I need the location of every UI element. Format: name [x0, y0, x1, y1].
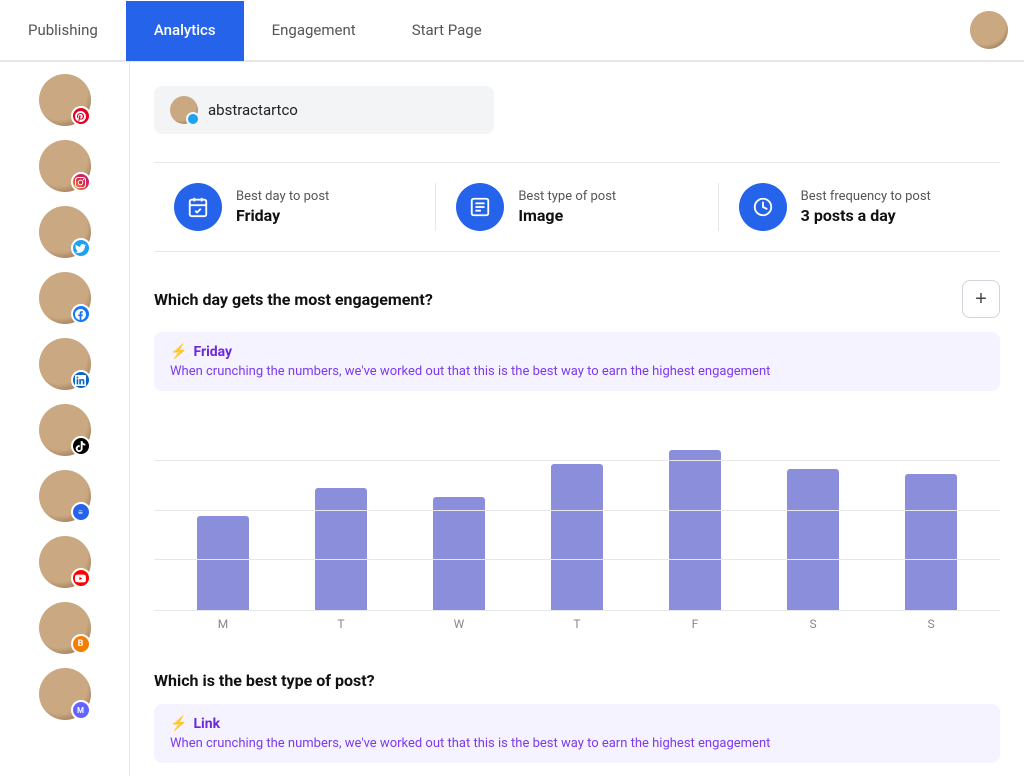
link-insight-title: ⚡ Link: [170, 716, 984, 732]
content-area: abstractartco Best day to post Friday Be…: [130, 62, 1024, 776]
friday-insight-desc: When crunching the numbers, we've worked…: [170, 364, 984, 379]
bar-group-s: [872, 411, 990, 610]
stat-best-type-label: Best type of post: [518, 189, 616, 204]
bar-group-t: [282, 411, 400, 610]
stat-best-day-label: Best day to post: [236, 189, 329, 204]
friday-insight-banner: ⚡ Friday When crunching the numbers, we'…: [154, 332, 1000, 391]
stat-best-day-icon: [174, 183, 222, 231]
link-insight-desc: When crunching the numbers, we've worked…: [170, 736, 984, 751]
bar-w: [433, 497, 485, 610]
bar-s: [787, 469, 839, 610]
bar-t: [551, 464, 603, 610]
tab-analytics[interactable]: Analytics: [126, 1, 244, 61]
stat-best-type-value: Image: [518, 206, 616, 225]
stat-best-type: Best type of post Image: [436, 183, 718, 231]
top-nav: Publishing Analytics Engagement Start Pa…: [0, 0, 1024, 62]
sidebar-account-twitter[interactable]: [39, 202, 91, 262]
stat-best-freq-label: Best frequency to post: [801, 189, 931, 204]
lightning-icon-2: ⚡: [170, 716, 187, 732]
sidebar: ≡ B M: [0, 62, 130, 776]
bar-group-s: [754, 411, 872, 610]
bar-m: [197, 516, 249, 610]
stat-best-day-text: Best day to post Friday: [236, 189, 329, 225]
sidebar-account-blogger[interactable]: B: [39, 598, 91, 658]
sidebar-account-instagram[interactable]: [39, 136, 91, 196]
bar-group-t: [518, 411, 636, 610]
bar-group-m: [164, 411, 282, 610]
bar-label-t: T: [518, 611, 636, 631]
bar-group-w: [400, 411, 518, 610]
bar-label-s: S: [754, 611, 872, 631]
add-button[interactable]: +: [962, 280, 1000, 318]
link-insight-banner: ⚡ Link When crunching the numbers, we've…: [154, 704, 1000, 763]
stat-best-freq-icon: [739, 183, 787, 231]
stats-row: Best day to post Friday Best type of pos…: [154, 162, 1000, 252]
bar-s: [905, 474, 957, 610]
sidebar-account-buffer[interactable]: ≡: [39, 466, 91, 526]
engagement-section-title: Which day gets the most engagement?: [154, 290, 433, 309]
tab-engagement[interactable]: Engagement: [244, 1, 384, 61]
tab-start-page[interactable]: Start Page: [384, 1, 510, 61]
account-selector-name: abstractartco: [208, 101, 298, 119]
stat-best-day-value: Friday: [236, 206, 329, 225]
stat-best-day: Best day to post Friday: [154, 183, 436, 231]
stat-best-freq-value: 3 posts a day: [801, 206, 931, 225]
sidebar-account-pinterest[interactable]: [39, 70, 91, 130]
stat-best-freq-text: Best frequency to post 3 posts a day: [801, 189, 931, 225]
sidebar-account-facebook[interactable]: [39, 268, 91, 328]
friday-insight-title: ⚡ Friday: [170, 344, 984, 360]
bar-label-s: S: [872, 611, 990, 631]
sidebar-account-mastodon[interactable]: M: [39, 664, 91, 724]
bar-group-f: [636, 411, 754, 610]
post-type-section: Which is the best type of post? ⚡ Link W…: [154, 671, 1000, 763]
bar-label-t: T: [282, 611, 400, 631]
user-avatar[interactable]: [970, 11, 1008, 49]
post-type-section-title: Which is the best type of post?: [154, 671, 1000, 690]
stat-best-freq: Best frequency to post 3 posts a day: [719, 183, 1000, 231]
tab-publishing[interactable]: Publishing: [0, 1, 126, 61]
stat-best-type-icon: [456, 183, 504, 231]
sidebar-account-youtube[interactable]: [39, 532, 91, 592]
bar-label-f: F: [636, 611, 754, 631]
bar-label-w: W: [400, 611, 518, 631]
account-selector[interactable]: abstractartco: [154, 86, 494, 134]
stat-best-type-text: Best type of post Image: [518, 189, 616, 225]
bar-label-m: M: [164, 611, 282, 631]
bar-t: [315, 488, 367, 610]
sidebar-account-tiktok[interactable]: [39, 400, 91, 460]
bar-f: [669, 450, 721, 610]
lightning-icon: ⚡: [170, 344, 187, 360]
sidebar-account-linkedin[interactable]: [39, 334, 91, 394]
engagement-chart: MTWTFSS: [154, 411, 1000, 639]
